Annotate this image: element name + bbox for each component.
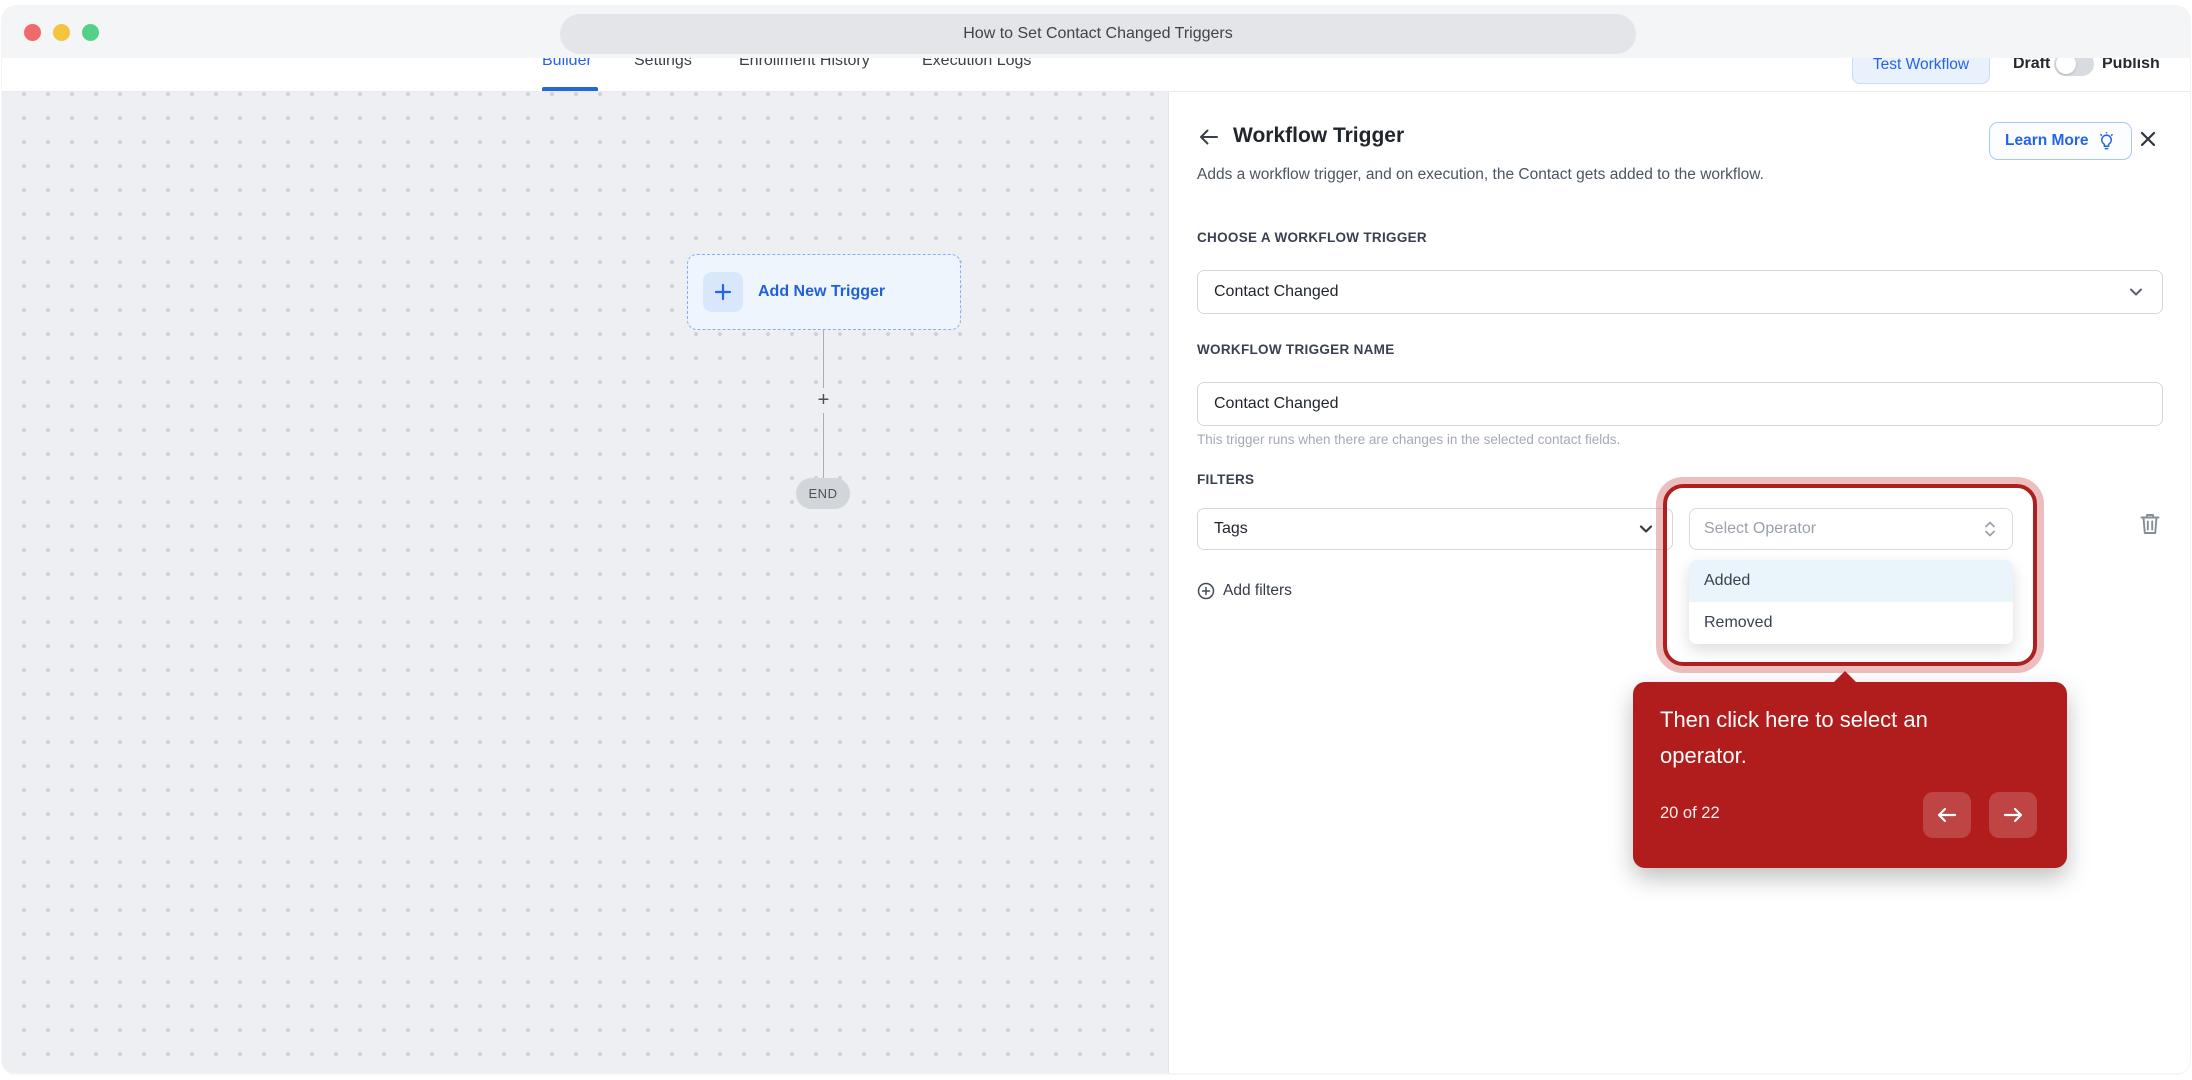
filter-field-select[interactable]: Tags	[1197, 508, 1673, 550]
tooltip-arrow	[1833, 671, 1857, 683]
add-filters-label: Add filters	[1223, 582, 1292, 600]
draft-label: Draft	[2013, 58, 2050, 73]
chevron-down-icon	[2126, 282, 2146, 302]
tab-settings[interactable]: Settings	[634, 58, 692, 70]
arrow-left-icon	[1935, 803, 1959, 827]
publish-toggle[interactable]	[2054, 58, 2094, 76]
end-node: END	[796, 478, 850, 509]
lightbulb-icon	[2097, 132, 2116, 151]
workflow-tab-bar: Builder Settings Enrollment History Exec…	[2, 58, 2190, 92]
filter-field-value: Tags	[1214, 520, 1636, 538]
trigger-helper-text: This trigger runs when there are changes…	[1197, 432, 1620, 447]
window-titlebar: How to Set Contact Changed Triggers	[2, 6, 2190, 58]
tour-instruction-text: Then click here to select an operator.	[1660, 702, 2010, 774]
close-window-icon[interactable]	[24, 24, 41, 41]
add-new-trigger-node[interactable]: Add New Trigger	[687, 254, 961, 330]
toggle-knob	[2056, 58, 2076, 74]
tour-next-button[interactable]	[1989, 792, 2037, 838]
learn-more-button[interactable]: Learn More	[1989, 122, 2132, 160]
back-arrow-icon[interactable]	[1197, 125, 1221, 149]
add-new-trigger-label: Add New Trigger	[758, 283, 885, 301]
delete-filter-icon[interactable]	[2139, 512, 2161, 536]
add-filters-button[interactable]: Add filters	[1197, 582, 1292, 600]
app-window: How to Set Contact Changed Triggers Buil…	[2, 6, 2190, 1074]
panel-description: Adds a workflow trigger, and on executio…	[1197, 166, 1764, 184]
trigger-type-value: Contact Changed	[1214, 283, 2126, 301]
operator-dropdown-menu: Added Removed	[1689, 560, 2013, 644]
circle-plus-icon	[1197, 582, 1215, 600]
publish-label: Publish	[2102, 58, 2160, 73]
panel-title: Workflow Trigger	[1233, 124, 1404, 148]
workflow-canvas[interactable]: Add New Trigger + END	[2, 92, 1169, 1073]
tour-tooltip: Then click here to select an operator. 2…	[1633, 682, 2067, 868]
tour-previous-button[interactable]	[1923, 792, 1971, 838]
tab-builder[interactable]: Builder	[542, 58, 592, 70]
trigger-name-input[interactable]: Contact Changed	[1197, 382, 2163, 426]
chevron-down-icon	[1636, 519, 1656, 539]
trigger-name-value: Contact Changed	[1214, 395, 2146, 413]
close-panel-icon[interactable]	[2137, 128, 2159, 150]
operator-option-added[interactable]: Added	[1689, 560, 2013, 602]
minimize-window-icon[interactable]	[53, 24, 70, 41]
plus-icon	[703, 272, 743, 312]
up-down-chevrons-icon	[1982, 519, 1998, 539]
tab-enrollment-history[interactable]: Enrollment History	[739, 58, 870, 70]
add-step-button[interactable]: +	[811, 388, 836, 413]
operator-select[interactable]: Select Operator	[1689, 508, 2013, 550]
filters-label: FILTERS	[1197, 472, 1254, 487]
workflow-trigger-panel: Workflow Trigger Learn More Adds a workf…	[1169, 92, 2190, 1073]
operator-option-removed[interactable]: Removed	[1689, 602, 2013, 644]
window-title: How to Set Contact Changed Triggers	[560, 14, 1636, 54]
tab-execution-logs[interactable]: Execution Logs	[922, 58, 1031, 70]
arrow-right-icon	[2001, 803, 2025, 827]
learn-more-label: Learn More	[2005, 132, 2089, 150]
zoom-window-icon[interactable]	[82, 24, 99, 41]
test-workflow-button[interactable]: Test Workflow	[1852, 58, 1990, 84]
traffic-lights	[24, 24, 99, 41]
trigger-type-select[interactable]: Contact Changed	[1197, 270, 2163, 314]
operator-placeholder: Select Operator	[1704, 520, 1982, 538]
tour-step-counter: 20 of 22	[1660, 804, 1720, 823]
trigger-name-label: WORKFLOW TRIGGER NAME	[1197, 342, 1395, 357]
choose-trigger-label: CHOOSE A WORKFLOW TRIGGER	[1197, 230, 1427, 245]
